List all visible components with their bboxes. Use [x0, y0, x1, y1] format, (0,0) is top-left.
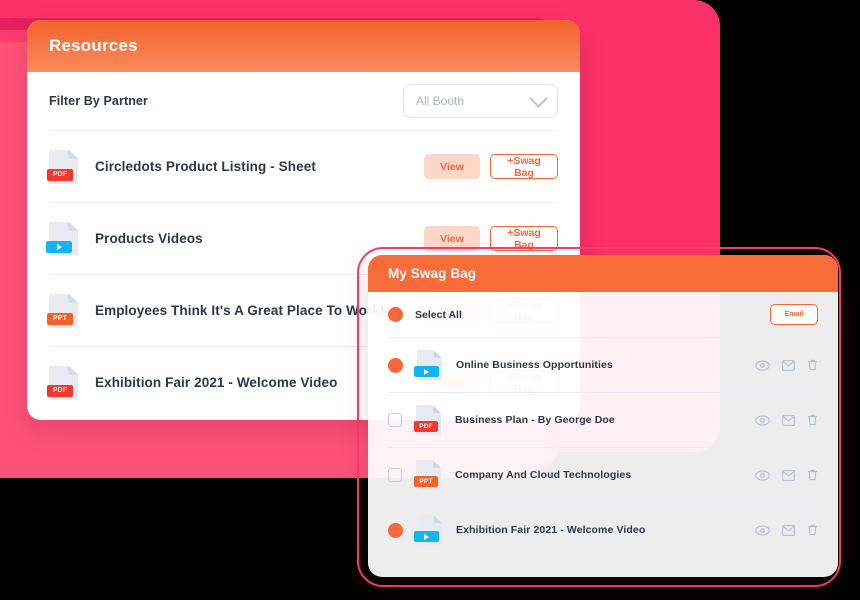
eye-icon[interactable]	[755, 414, 770, 426]
swag-bag-header: My Swag Bag	[368, 255, 838, 292]
partner-select-value: All Booth	[416, 94, 465, 108]
filter-label: Filter By Partner	[49, 94, 148, 108]
select-all-checkbox[interactable]	[388, 307, 403, 322]
resource-name: Circledots Product Listing - Sheet	[95, 159, 316, 174]
email-button[interactable]: Email	[770, 304, 818, 325]
trash-icon[interactable]	[807, 469, 818, 481]
screen: Resources Filter By Partner All Booth PD…	[0, 0, 860, 600]
chevron-down-icon	[529, 88, 548, 108]
play-icon	[414, 531, 439, 542]
add-to-swag-bag-button[interactable]: +Swag Bag	[490, 154, 558, 179]
row-checkbox-checked[interactable]	[388, 357, 403, 373]
swag-item-name: Company And Cloud Technologies	[455, 469, 632, 481]
resource-name: Products Videos	[95, 231, 203, 246]
swag-item-name: Online Business Opportunities	[456, 359, 613, 371]
pdf-badge-label: PDF	[47, 384, 73, 397]
ppt-file-icon: PPT	[414, 460, 441, 490]
row-actions	[755, 469, 818, 481]
partner-select[interactable]: All Booth	[403, 84, 558, 118]
trash-icon[interactable]	[807, 414, 818, 426]
list-item[interactable]: Online Business Opportunities	[388, 337, 818, 392]
swag-item-name: Exhibition Fair 2021 - Welcome Video	[456, 524, 646, 536]
envelope-icon[interactable]	[782, 469, 795, 481]
row-checkbox-unchecked[interactable]	[388, 413, 402, 427]
video-file-icon	[414, 350, 442, 380]
trash-icon[interactable]	[807, 359, 818, 371]
swag-item-name: Business Plan - By George Doe	[455, 414, 615, 426]
page-title: Resources	[49, 36, 138, 55]
ppt-badge-label: PPT	[414, 476, 438, 487]
pdf-file-icon: PDF	[414, 405, 441, 435]
row-actions	[755, 414, 818, 426]
list-item[interactable]: PPT Company And Cloud Technologies	[388, 447, 818, 502]
eye-icon[interactable]	[755, 524, 770, 536]
list-item[interactable]: Exhibition Fair 2021 - Welcome Video	[388, 502, 818, 557]
row-actions	[755, 524, 818, 536]
view-button[interactable]: View	[424, 154, 480, 179]
row-actions	[755, 359, 818, 371]
play-icon	[46, 240, 72, 253]
list-item[interactable]: PDF Business Plan - By George Doe	[388, 392, 818, 447]
video-file-icon	[414, 515, 442, 545]
select-all-label: Select All	[415, 308, 462, 321]
ppt-file-icon: PPT	[47, 293, 78, 328]
video-file-icon	[46, 221, 78, 256]
swag-bag-title: My Swag Bag	[388, 266, 477, 281]
swag-bag-list: Online Business Opportunities PDF Busine…	[368, 337, 838, 557]
play-icon	[414, 366, 439, 377]
eye-icon[interactable]	[755, 469, 770, 481]
filter-row: Filter By Partner All Booth	[27, 72, 580, 130]
swag-bag-toolbar: Select All Email	[368, 292, 838, 337]
envelope-icon[interactable]	[782, 524, 795, 536]
pdf-file-icon: PDF	[47, 149, 78, 184]
eye-icon[interactable]	[755, 359, 770, 371]
envelope-icon[interactable]	[782, 359, 795, 371]
row-checkbox-checked[interactable]	[388, 522, 403, 538]
row-checkbox-unchecked[interactable]	[388, 468, 402, 482]
resources-header: Resources	[27, 20, 580, 72]
swag-bag-card: My Swag Bag Select All Email Online Busi…	[368, 255, 838, 577]
pdf-badge-label: PDF	[47, 168, 73, 181]
select-all-control[interactable]: Select All	[388, 307, 462, 322]
pdf-badge-label: PDF	[414, 421, 438, 432]
table-row[interactable]: PDF Circledots Product Listing - Sheet V…	[47, 130, 558, 202]
pdf-file-icon: PDF	[47, 365, 78, 400]
ppt-badge-label: PPT	[47, 312, 73, 325]
trash-icon[interactable]	[807, 524, 818, 536]
envelope-icon[interactable]	[782, 414, 795, 426]
